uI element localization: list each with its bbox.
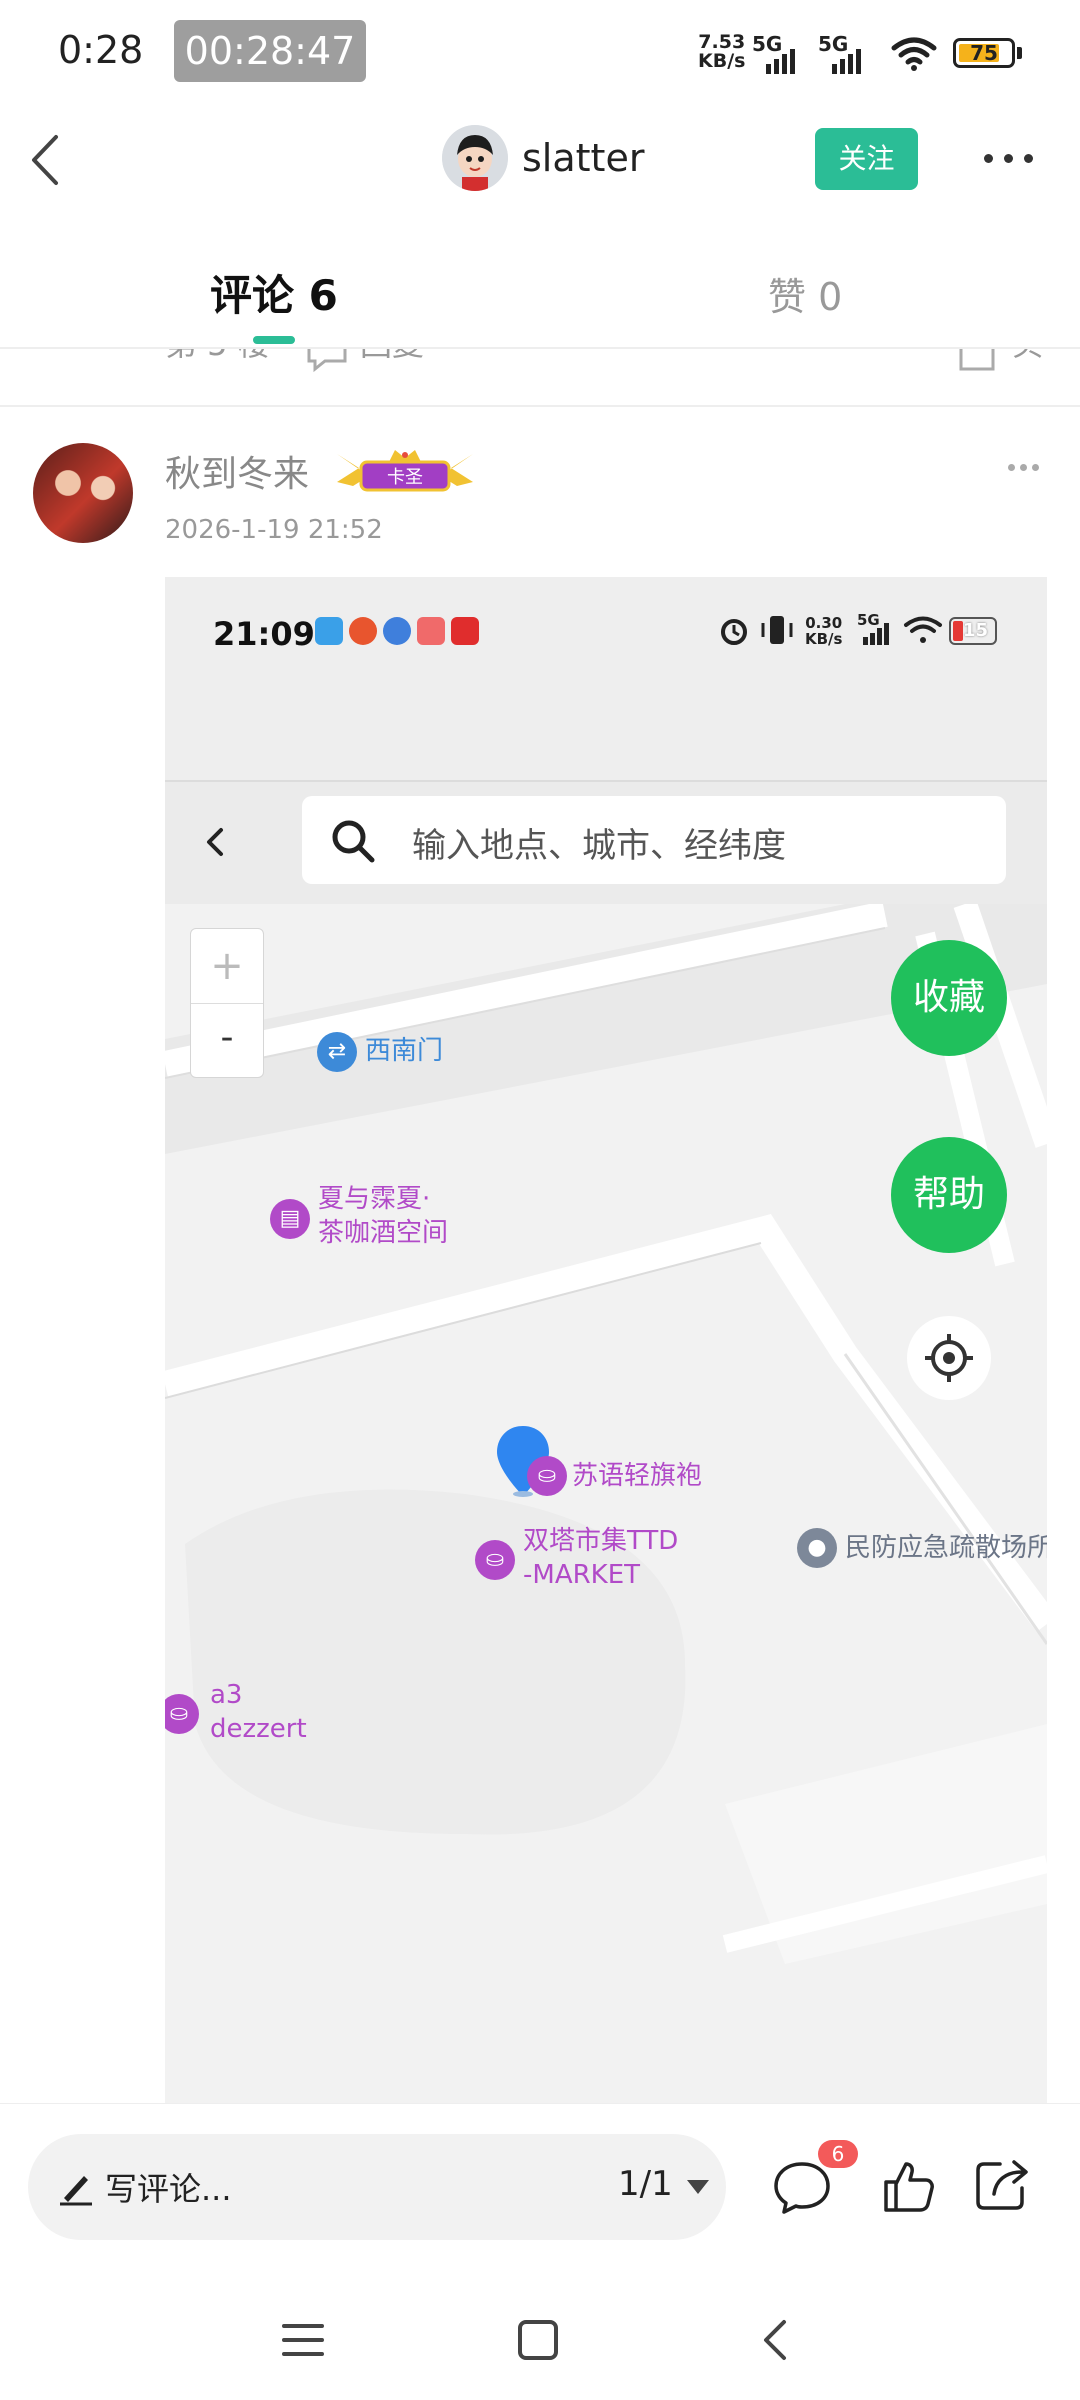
alarm-icon [721, 619, 747, 645]
status-time: 0:28 [58, 28, 144, 72]
comment-more-icon[interactable] [1008, 462, 1048, 474]
screenshot-battery-icon: 15 [949, 617, 997, 645]
poi-market-line1: 双塔市集TTD [523, 1526, 679, 1556]
comment-date: 2026-1-19 21:52 [165, 515, 383, 545]
pencil-icon [60, 2176, 92, 2206]
bottom-action-bar: 写评论... 1/1 6 [0, 2103, 1080, 2274]
zoom-control: + - [190, 928, 264, 1078]
report-icon[interactable] [957, 349, 997, 375]
zoom-out-button[interactable]: - [191, 1003, 263, 1077]
map-back-icon[interactable] [201, 822, 231, 862]
card-saint-badge: 卡圣 [337, 450, 473, 492]
map-search-bar: 输入地点、城市、经纬度 [165, 780, 1047, 906]
more-options-icon[interactable] [984, 148, 1040, 168]
author-avatar[interactable] [442, 125, 508, 191]
comment-divider [0, 405, 1080, 407]
poi-dessert-line2: dezzert [210, 1714, 307, 1744]
locate-me-button[interactable] [907, 1316, 991, 1400]
shop-poi-icon: ⛀ [527, 1456, 567, 1496]
store-poi-icon: ▤ [270, 1199, 310, 1239]
poi-dessert[interactable]: a3 dezzert [210, 1678, 307, 1746]
poi-cafe[interactable]: 夏与霂夏· 茶咖酒空间 [318, 1182, 448, 1250]
search-icon [332, 820, 375, 863]
gate-poi-icon: ⇄ [317, 1032, 357, 1072]
poi-qipao-shop[interactable]: 苏语轻旗袍 [572, 1459, 702, 1493]
back-arrow-icon[interactable] [20, 125, 80, 195]
write-comment-input[interactable]: 写评论... 1/1 [28, 2134, 726, 2240]
follow-button[interactable]: 关注 [815, 128, 918, 190]
commenter-name[interactable]: 秋到冬来 [165, 445, 309, 497]
screenshot-net-speed: 0.30 KB/s [805, 615, 842, 647]
comment-count-badge: 6 [818, 2140, 858, 2168]
tab-likes[interactable]: 赞 0 [768, 266, 842, 321]
home-icon[interactable] [516, 2318, 560, 2362]
screen-record-timer[interactable]: 00:28:47 [174, 20, 366, 82]
badge-label: 卡圣 [387, 467, 423, 488]
favorite-button[interactable]: 收藏 [891, 940, 1007, 1056]
commenter-avatar[interactable] [33, 443, 133, 543]
poi-emergency-shelter[interactable]: 民防应急疏散场所 [845, 1531, 1047, 1565]
network-speed: 7.53 KB/s [698, 33, 745, 71]
tab-active-indicator [253, 336, 295, 344]
system-nav-bar [0, 2280, 1080, 2400]
map-roads [165, 904, 1047, 2104]
poi-southwest-gate[interactable]: 西南门 [365, 1034, 443, 1068]
battery-level: 75 [970, 41, 998, 65]
network-speed-unit: KB/s [698, 50, 746, 72]
tab-comments[interactable]: 评论 6 [210, 262, 338, 323]
market-poi-icon: ⛀ [475, 1540, 515, 1580]
page-indicator[interactable]: 1/1 [618, 2164, 673, 2204]
vibrate-icon [761, 616, 793, 644]
poi-market[interactable]: 双塔市集TTD -MARKET [523, 1524, 678, 1592]
map-view[interactable]: + - 收藏 帮助 ⇄ 西南门 ▤ 夏与霂夏· 茶咖酒空间 ⛀ 苏语轻旗袍 ⛀ [165, 904, 1047, 2104]
poi-market-line2: -MARKET [523, 1560, 641, 1590]
shelter-poi-icon: ● [797, 1528, 837, 1568]
screenshot-wifi-icon [904, 616, 942, 643]
reply-label[interactable]: 回复 [360, 349, 424, 365]
screenshot-net-speed-value: 0.30 [805, 614, 843, 632]
battery-icon: 75 [953, 38, 1015, 68]
poi-cafe-line1: 夏与霂夏· [318, 1184, 431, 1214]
status-bar: 0:28 00:28:47 7.53 KB/s 5G 5G 75 [0, 0, 1080, 100]
crosshair-icon [925, 1334, 973, 1382]
poi-dessert-line1: a3 [210, 1680, 243, 1710]
like-icon[interactable] [878, 2156, 938, 2216]
zoom-in-button[interactable]: + [191, 929, 263, 1004]
reply-icon[interactable] [305, 349, 349, 375]
screenshot-battery-level: 15 [963, 620, 989, 641]
attached-screenshot[interactable]: 21:09 0.30 KB/s 5G 15 输入地点、城市、经纬度 + - 收藏… [165, 577, 1047, 2104]
write-comment-label: 写评论... [105, 2170, 232, 2208]
help-button[interactable]: 帮助 [891, 1137, 1007, 1253]
author-username[interactable]: slatter [522, 136, 644, 180]
search-placeholder: 输入地点、城市、经纬度 [412, 826, 786, 866]
page-dropdown-icon[interactable] [685, 2178, 711, 2196]
poi-cafe-line2: 茶咖酒空间 [318, 1218, 449, 1248]
previous-comment-footer: 第 5 楼 回复 贝 [0, 349, 1080, 404]
floor-label: 第 5 楼 [165, 349, 270, 365]
menu-icon[interactable] [280, 2320, 326, 2360]
nav-back-icon[interactable] [756, 2316, 796, 2364]
report-label[interactable]: 贝 [1012, 349, 1044, 365]
share-icon[interactable] [972, 2154, 1032, 2214]
screenshot-status-time: 21:09 [213, 615, 315, 653]
wifi-icon [891, 37, 937, 71]
map-search-input[interactable]: 输入地点、城市、经纬度 [302, 796, 1006, 884]
screenshot-net-speed-unit: KB/s [805, 630, 843, 648]
